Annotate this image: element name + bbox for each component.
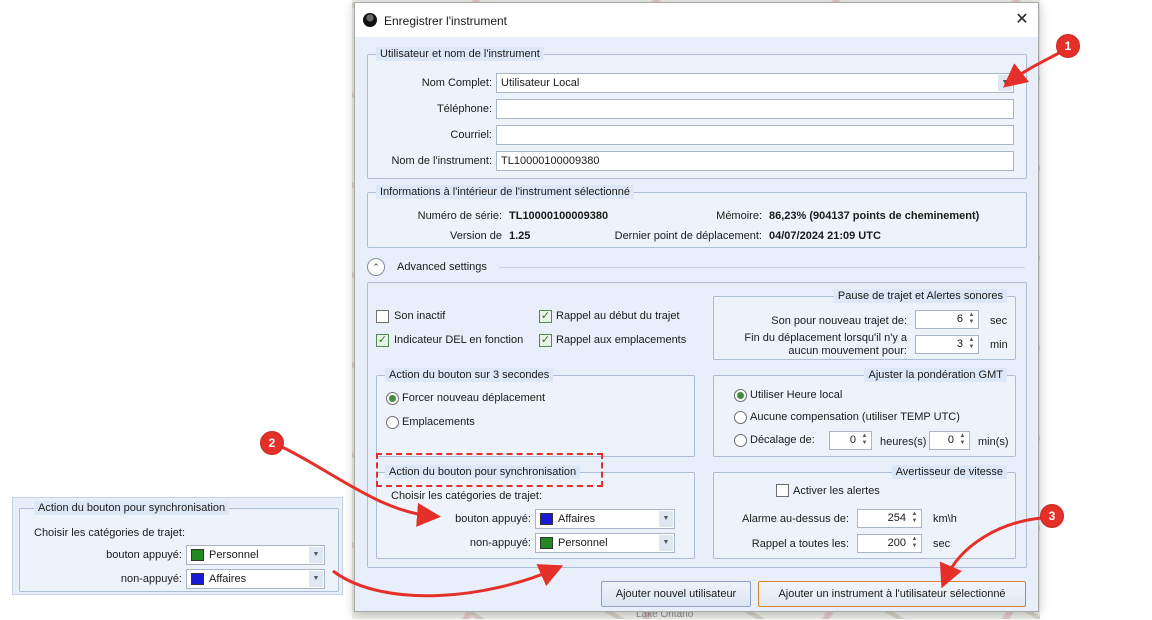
arrow-3 bbox=[939, 516, 1043, 589]
annotation-badge-3: 3 bbox=[1041, 505, 1063, 527]
arrow-2 bbox=[281, 445, 441, 527]
annotation-badge-2: 2 bbox=[261, 432, 283, 454]
arrow-inset bbox=[332, 564, 564, 598]
annotation-arrows bbox=[281, 51, 1060, 598]
arrow-1 bbox=[1002, 51, 1060, 88]
annotation-badge-1: 1 bbox=[1057, 35, 1079, 57]
